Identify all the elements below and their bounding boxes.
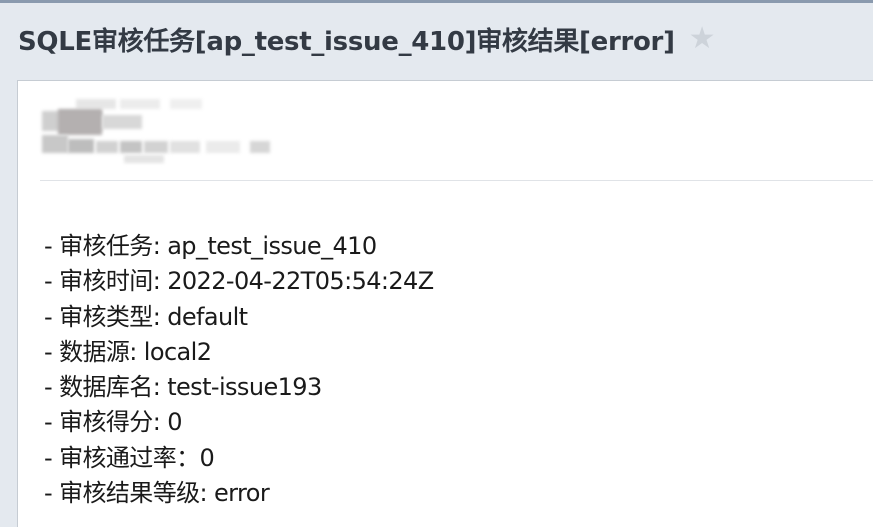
mail-window: SQLE审核任务[ap_test_issue_410]审核结果[error] ★… [0,0,873,527]
detail-pass-rate: - 审核通过率：0 [44,443,215,472]
audit-details-list: - 审核任务: ap_test_issue_410 - 审核时间: 2022-0… [44,229,434,511]
star-icon[interactable]: ★ [689,24,716,54]
mail-subject: SQLE审核任务[ap_test_issue_410]审核结果[error] [18,26,675,57]
redacted-sender-info [40,95,280,170]
mail-header: SQLE审核任务[ap_test_issue_410]审核结果[error] ★ [0,3,873,75]
detail-audit-score: - 审核得分: 0 [44,408,182,437]
divider [40,180,873,181]
detail-audit-type: - 审核类型: default [44,302,248,331]
detail-result-level: - 审核结果等级: error [44,479,270,508]
detail-database-name: - 数据库名: test-issue193 [44,373,322,402]
detail-datasource: - 数据源: local2 [44,337,212,366]
detail-audit-time: - 审核时间: 2022-04-22T05:54:24Z [44,267,434,296]
detail-audit-task: - 审核任务: ap_test_issue_410 [44,232,377,260]
mail-body: - 审核任务: ap_test_issue_410 - 审核时间: 2022-0… [17,80,873,527]
